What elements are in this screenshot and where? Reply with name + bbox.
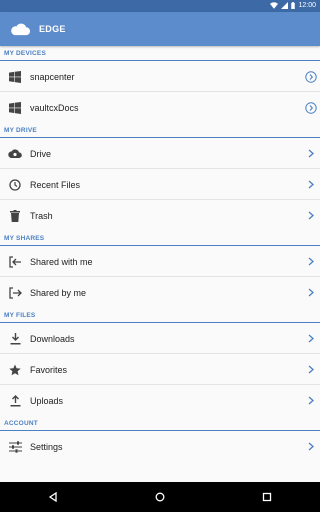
system-nav-bar (0, 482, 320, 512)
back-icon (49, 492, 57, 502)
circle-chevron-right-icon[interactable] (302, 70, 320, 83)
drawer-item-shared-by-me[interactable]: Shared by me (0, 277, 320, 308)
star-icon (0, 364, 30, 376)
recents-button[interactable] (247, 492, 287, 502)
chevron-right-icon[interactable] (302, 288, 320, 297)
wifi-icon (270, 2, 279, 9)
windows-icon (0, 70, 30, 83)
app-bar: EDGE (0, 12, 320, 46)
drawer-item-label: Favorites (30, 364, 68, 375)
signal-icon (281, 2, 289, 9)
settings-sliders-icon (0, 440, 30, 453)
drawer-item-label: Recent Files (30, 179, 81, 190)
windows-icon (0, 101, 30, 114)
back-button[interactable] (33, 492, 73, 502)
drawer-item-vaultcxdocs[interactable]: vaultcxDocs (0, 92, 320, 123)
drawer-item-drive[interactable]: Drive (0, 138, 320, 169)
drawer-item-label: Trash (30, 210, 53, 221)
battery-icon (291, 2, 296, 9)
upload-icon (0, 394, 30, 407)
status-bar: 12:00 (0, 0, 320, 12)
recents-icon (262, 492, 271, 502)
chevron-right-icon[interactable] (302, 396, 320, 405)
drawer-item-snapcenter[interactable]: snapcenter (0, 61, 320, 92)
home-button[interactable] (140, 492, 180, 502)
drawer-item-uploads[interactable]: Uploads (0, 385, 320, 416)
home-icon (155, 492, 165, 502)
drawer-item-label: Drive (30, 148, 52, 159)
drawer-item-trash[interactable]: Trash (0, 200, 320, 231)
section-header: MY SHARES (0, 231, 320, 246)
download-icon (0, 332, 30, 345)
drawer-item-label: Shared by me (30, 287, 87, 298)
drawer-item-label: Shared with me (30, 256, 93, 267)
drawer-item-label: Settings (30, 441, 63, 452)
chevron-right-icon[interactable] (302, 180, 320, 189)
section-header: MY DEVICES (0, 46, 320, 61)
chevron-right-icon[interactable] (302, 334, 320, 343)
drawer-item-label: Uploads (30, 395, 64, 406)
chevron-right-icon[interactable] (302, 365, 320, 374)
drawer-item-favorites[interactable]: Favorites (0, 354, 320, 385)
drawer-item-label: Downloads (30, 333, 75, 344)
drawer-item-shared-with-me[interactable]: Shared with me (0, 246, 320, 277)
share-in-icon (0, 255, 30, 268)
section-header: ACCOUNT (0, 416, 320, 431)
section-header: MY FILES (0, 308, 320, 323)
drawer-list: MY DEVICES snapcenter vaultcxDocs MY DRIVE D… (0, 46, 320, 482)
status-time: 12:00 (298, 2, 316, 9)
drawer-item-settings[interactable]: Settings (0, 431, 320, 462)
chevron-right-icon[interactable] (302, 442, 320, 451)
drawer-item-label: snapcenter (30, 71, 75, 82)
section-header: MY DRIVE (0, 123, 320, 138)
chevron-right-icon[interactable] (302, 211, 320, 220)
circle-chevron-right-icon[interactable] (302, 101, 320, 114)
drawer-item-downloads[interactable]: Downloads (0, 323, 320, 354)
cloud-icon (0, 148, 30, 159)
cloud-logo-icon (11, 23, 31, 36)
chevron-right-icon[interactable] (302, 149, 320, 158)
app-title: EDGE (39, 24, 66, 34)
chevron-right-icon[interactable] (302, 257, 320, 266)
share-out-icon (0, 286, 30, 299)
drawer-item-recent-files[interactable]: Recent Files (0, 169, 320, 200)
trash-icon (0, 209, 30, 222)
drawer-item-label: vaultcxDocs (30, 102, 79, 113)
clock-icon (0, 178, 30, 191)
